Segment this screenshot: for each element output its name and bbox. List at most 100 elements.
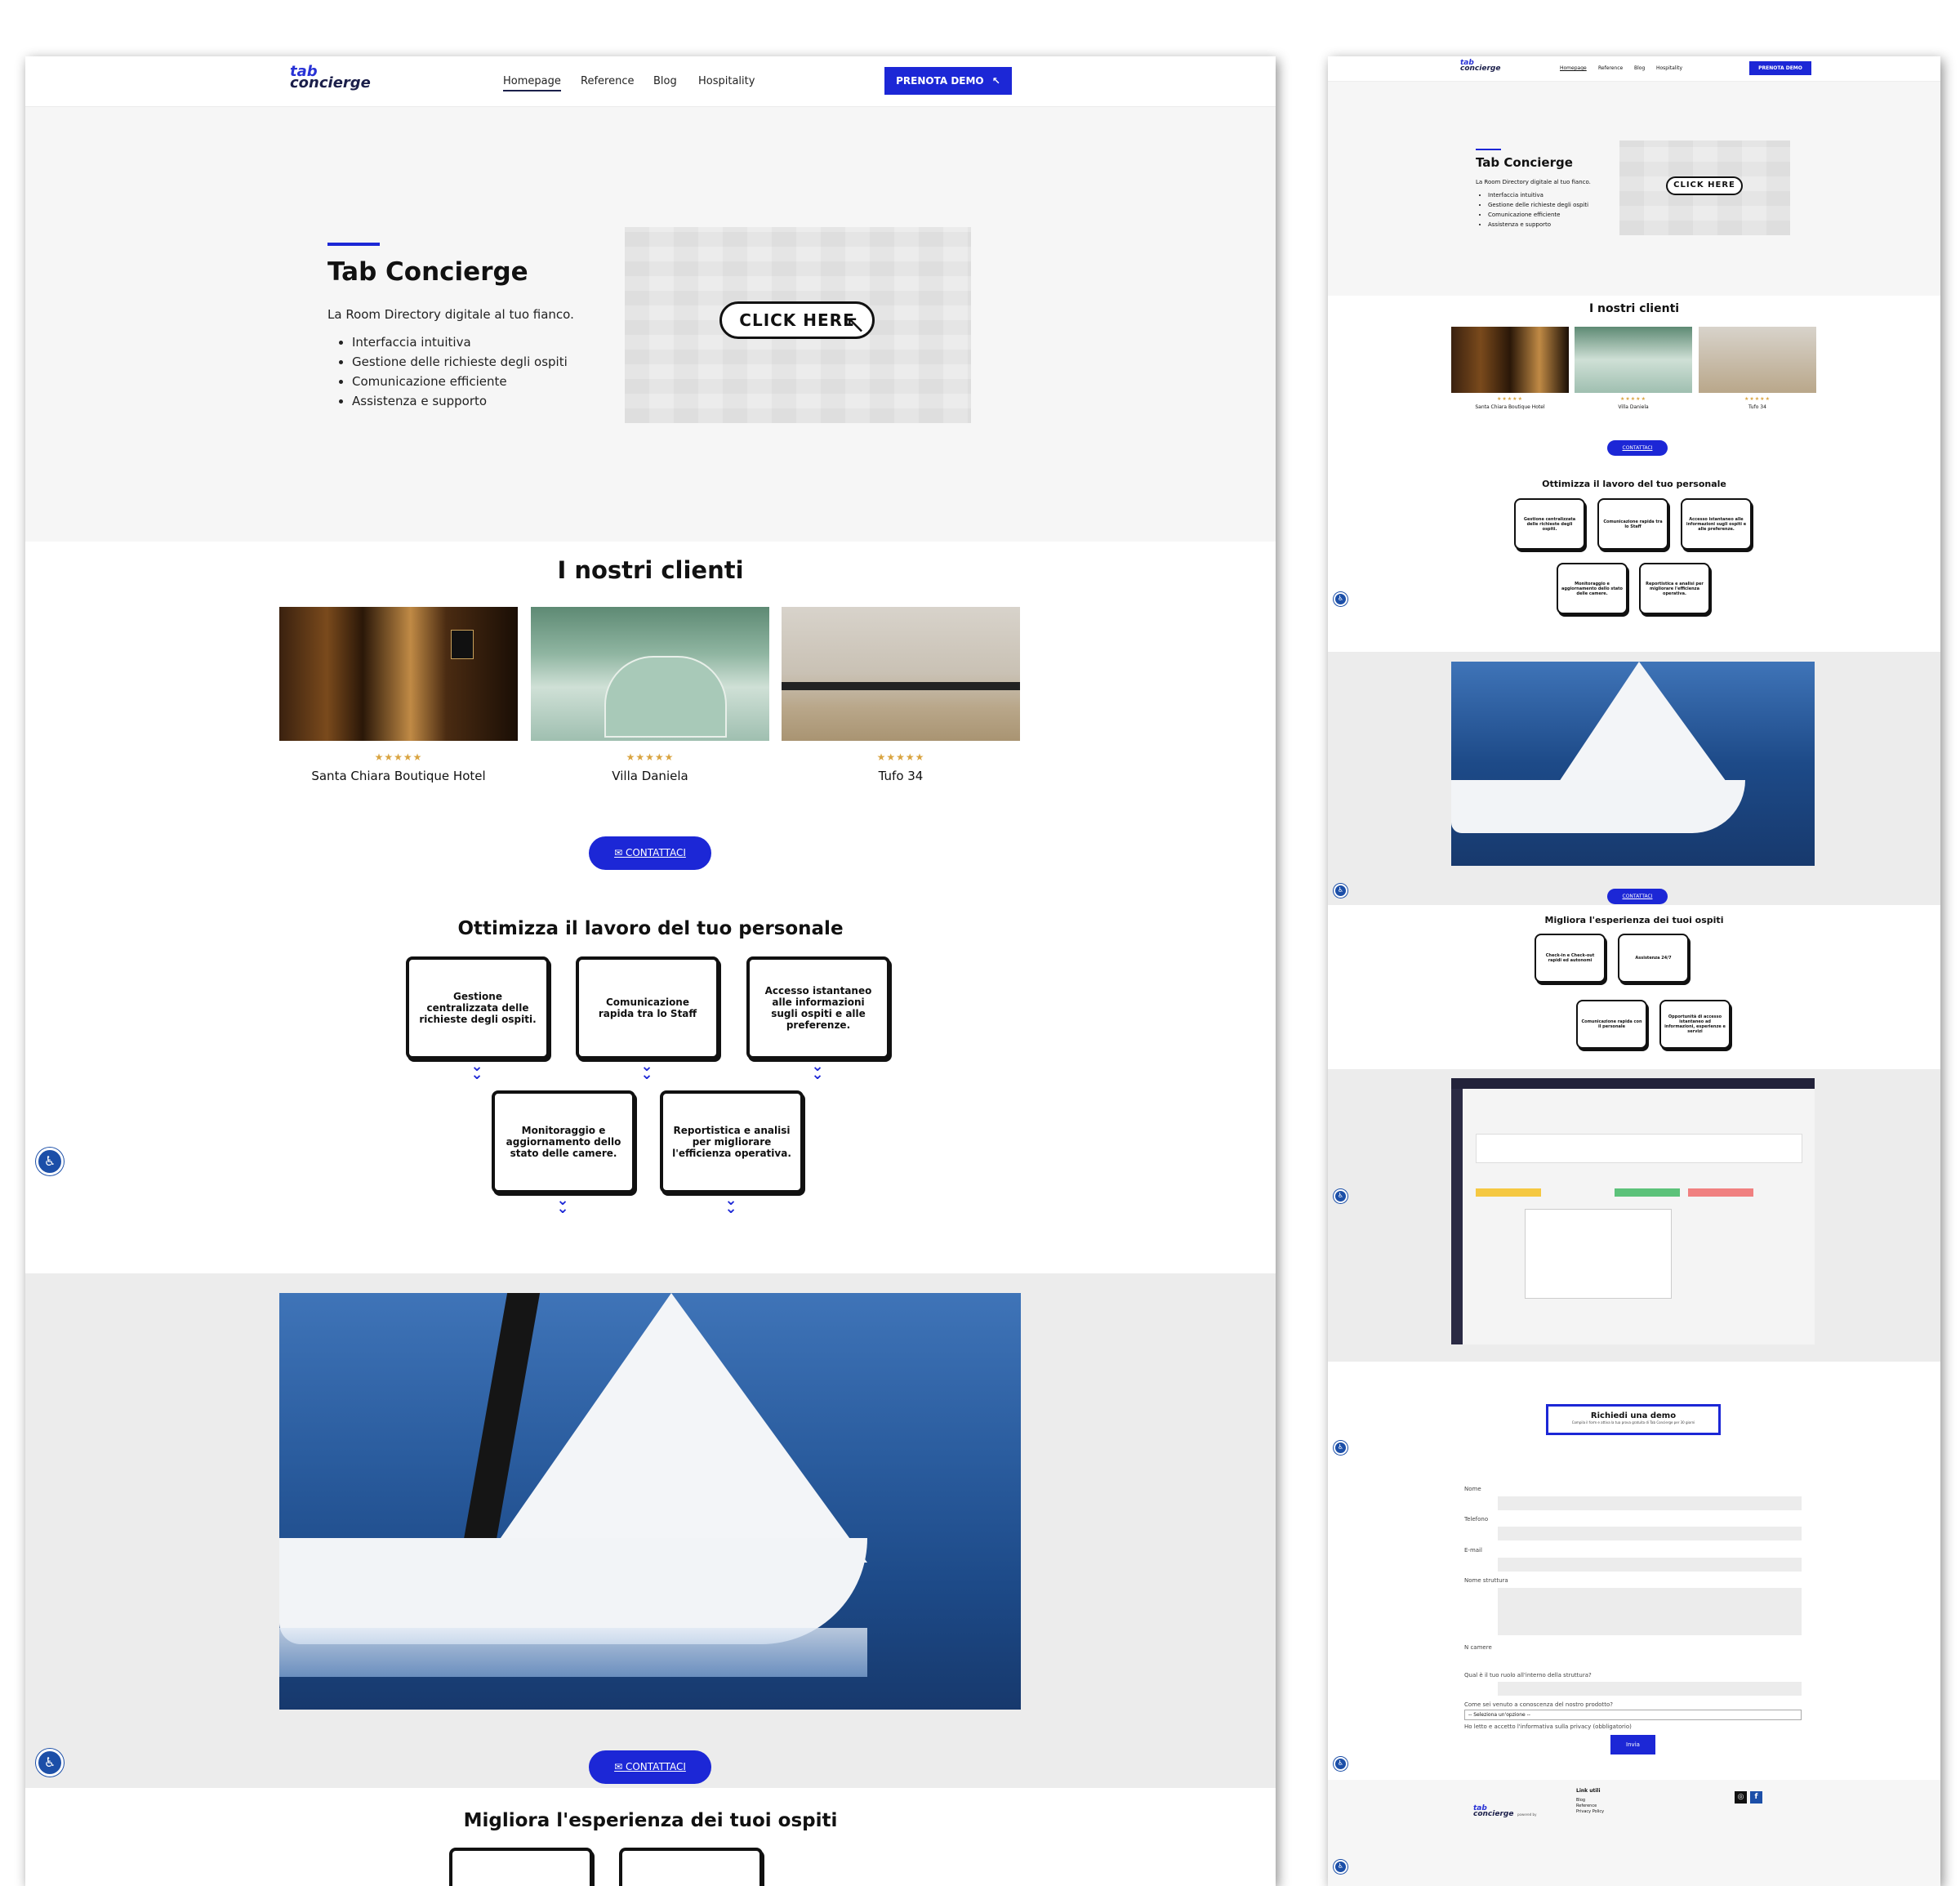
guest-feature-box bbox=[449, 1848, 593, 1886]
nome-struttura-input[interactable] bbox=[1498, 1588, 1802, 1635]
guest-feature-box: Opportunità di accesso istantaneo ad inf… bbox=[1659, 1000, 1731, 1049]
privacy-checkbox-label[interactable]: Ho letto e accetto l'informativa sulla p… bbox=[1464, 1723, 1632, 1730]
hero-feature: Assistenza e supporto bbox=[352, 391, 568, 411]
nav-link-reference[interactable]: Reference bbox=[1598, 65, 1623, 71]
email-input[interactable] bbox=[1498, 1558, 1802, 1572]
guest-feature-text: Assistenza 24/7 bbox=[1635, 956, 1672, 961]
sailboat-video[interactable] bbox=[279, 1293, 1021, 1710]
guest-feature-box: Check-in e Check-out rapidi ed autonomi bbox=[1535, 934, 1606, 983]
nome-input[interactable] bbox=[1498, 1496, 1802, 1510]
chevron-down-icon: ⌄ ⌄ bbox=[640, 1058, 653, 1083]
guest-feature-box: Assistenza 24/7 bbox=[1618, 934, 1689, 983]
invia-button[interactable]: Invia bbox=[1610, 1735, 1655, 1754]
hero-video-preview[interactable]: CLICK HERE bbox=[1619, 140, 1790, 235]
form-label-email: E-mail bbox=[1464, 1547, 1482, 1554]
footer-link-blog[interactable]: Blog bbox=[1576, 1798, 1585, 1803]
accessibility-icon[interactable]: ♿ bbox=[1334, 1189, 1348, 1203]
clients-heading: I nostri clienti bbox=[557, 556, 744, 584]
telefono-input[interactable] bbox=[1498, 1527, 1802, 1540]
logo-bottom: concierge bbox=[1460, 65, 1501, 74]
nav-link-homepage[interactable]: Homepage bbox=[1560, 65, 1587, 71]
form-label-conoscenza: Come sei venuto a conoscenza del nostro … bbox=[1464, 1701, 1613, 1708]
contattaci-button[interactable]: CONTATTACI bbox=[1607, 440, 1668, 456]
nav-link-hospitality[interactable]: Hospitality bbox=[1656, 65, 1682, 71]
staff-feature-box: Accesso istantaneo alle informazioni sug… bbox=[746, 956, 890, 1059]
nav-link-homepage[interactable]: Homepage bbox=[503, 75, 561, 91]
client-photo-santa-chiara bbox=[279, 607, 518, 741]
hero-accent-bar bbox=[1476, 149, 1501, 150]
sailboat-video[interactable] bbox=[1451, 662, 1815, 866]
client-rating-stars: ★★★★★ bbox=[1497, 396, 1523, 402]
click-here-button[interactable]: CLICK HERE bbox=[1666, 176, 1743, 195]
instagram-icon[interactable]: ◎ bbox=[1735, 1791, 1747, 1804]
prenota-demo-label: PRENOTA DEMO bbox=[1758, 65, 1802, 71]
invia-label: Invia bbox=[1626, 1741, 1640, 1748]
nav-link-blog[interactable]: Blog bbox=[653, 75, 677, 87]
clients-heading: I nostri clienti bbox=[1588, 302, 1680, 315]
footer-logo[interactable]: tab concierge bbox=[1473, 1804, 1513, 1817]
accessibility-icon[interactable]: ♿ bbox=[36, 1148, 64, 1175]
client-rating-stars: ★★★★★ bbox=[1744, 396, 1771, 402]
mail-icon: ✉ bbox=[614, 1761, 626, 1772]
staff-feature-box: Comunicazione rapida tra lo Staff bbox=[576, 956, 719, 1059]
staff-feature-text: Reportistica e analisi per migliorare l'… bbox=[672, 1125, 791, 1159]
hero-feature: Gestione delle richieste degli ospiti bbox=[1488, 200, 1588, 210]
logo[interactable]: tab concierge bbox=[1460, 59, 1501, 74]
staff-heading: Ottimizza il lavoro del tuo personale bbox=[1542, 479, 1726, 489]
client-photo-santa-chiara bbox=[1451, 327, 1569, 393]
staff-feature-text: Monitoraggio e aggiornamento dello stato… bbox=[1561, 581, 1623, 596]
contattaci-label: CONTATTACI bbox=[1622, 445, 1653, 451]
footer: tab concierge powered by Link utili Blog… bbox=[1328, 1780, 1940, 1886]
logo[interactable]: tab concierge bbox=[290, 64, 371, 91]
client-photo-villa-daniela bbox=[531, 607, 769, 741]
prenota-demo-button[interactable]: PRENOTA DEMO bbox=[1749, 61, 1811, 75]
staff-feature-text: Comunicazione rapida tra lo Staff bbox=[598, 997, 697, 1019]
accessibility-icon[interactable]: ♿ bbox=[36, 1749, 64, 1777]
staff-feature-box: Reportistica e analisi per migliorare l'… bbox=[660, 1090, 804, 1193]
nav-link-hospitality[interactable]: Hospitality bbox=[698, 75, 755, 87]
hero-title: Tab Concierge bbox=[327, 257, 528, 287]
client-name: Santa Chiara Boutique Hotel bbox=[311, 769, 486, 783]
footer-link-reference[interactable]: Reference bbox=[1576, 1804, 1597, 1808]
nav-link-blog[interactable]: Blog bbox=[1634, 65, 1645, 71]
facebook-icon[interactable]: f bbox=[1750, 1791, 1762, 1804]
hero-feature: Interfaccia intuitiva bbox=[352, 332, 568, 352]
staff-feature-text: Accesso istantaneo alle informazioni sug… bbox=[1686, 516, 1747, 532]
form-label-telefono: Telefono bbox=[1464, 1516, 1489, 1523]
mail-icon: ✉ bbox=[614, 847, 626, 858]
client-photo-villa-daniela bbox=[1575, 327, 1692, 393]
demo-form-subtitle: Compila il form e attiva la tua prova gr… bbox=[1571, 1420, 1695, 1425]
prenota-demo-button[interactable]: PRENOTA DEMO ↖ bbox=[884, 67, 1012, 95]
hero-section: Tab Concierge La Room Directory digitale… bbox=[1328, 82, 1940, 296]
chevron-down-icon: ⌄ ⌄ bbox=[470, 1058, 483, 1083]
staff-feature-box: Gestione centralizzata delle richieste d… bbox=[406, 956, 550, 1059]
contattaci-button[interactable]: CONTATTACI bbox=[1607, 889, 1668, 904]
conoscenza-select[interactable]: -- Seleziona un'opzione -- bbox=[1464, 1710, 1802, 1720]
accessibility-icon[interactable]: ♿ bbox=[1334, 884, 1348, 898]
contattaci-button[interactable]: ✉ CONTATTACI bbox=[589, 836, 711, 870]
staff-feature-text: Reportistica e analisi per migliorare l'… bbox=[1646, 581, 1704, 596]
staff-feature-text: Gestione centralizzata delle richieste d… bbox=[1523, 516, 1576, 532]
footer-link-privacy[interactable]: Privacy Policy bbox=[1576, 1809, 1604, 1814]
contattaci-button[interactable]: ✉ CONTATTACI bbox=[589, 1750, 711, 1784]
accessibility-icon[interactable]: ♿ bbox=[1334, 592, 1348, 606]
hero-subtitle: La Room Directory digitale al tuo fianco… bbox=[327, 307, 574, 322]
app-dashboard-preview[interactable] bbox=[1451, 1078, 1815, 1344]
guest-feature-text: Comunicazione rapida con il personale bbox=[1581, 1019, 1642, 1029]
click-here-label: CLICK HERE bbox=[739, 310, 855, 330]
form-label-nome: Nome bbox=[1464, 1486, 1481, 1492]
guests-heading: Migliora l'esperienza dei tuoi ospiti bbox=[463, 1810, 838, 1831]
staff-feature-box: Gestione centralizzata delle richieste d… bbox=[1514, 498, 1585, 550]
nav-link-reference[interactable]: Reference bbox=[581, 75, 634, 87]
form-label-n-camere: N camere bbox=[1464, 1644, 1492, 1651]
ruolo-input[interactable] bbox=[1498, 1682, 1802, 1696]
demo-form-title: Richiedi una demo bbox=[1590, 1411, 1677, 1420]
form-label-ruolo: Qual è il tuo ruolo all'interno della st… bbox=[1464, 1672, 1592, 1679]
client-rating-stars: ★★★★★ bbox=[876, 751, 925, 763]
staff-feature-text: Gestione centralizzata delle richieste d… bbox=[419, 991, 537, 1025]
staff-feature-box: Monitoraggio e aggiornamento dello stato… bbox=[1557, 563, 1628, 614]
hero-video-preview[interactable]: CLICK HERE ↖ bbox=[625, 227, 971, 423]
hero-subtitle: La Room Directory digitale al tuo fianco… bbox=[1476, 179, 1591, 185]
accessibility-icon[interactable]: ♿ bbox=[1334, 1757, 1348, 1771]
accessibility-icon[interactable]: ♿ bbox=[1334, 1441, 1348, 1455]
